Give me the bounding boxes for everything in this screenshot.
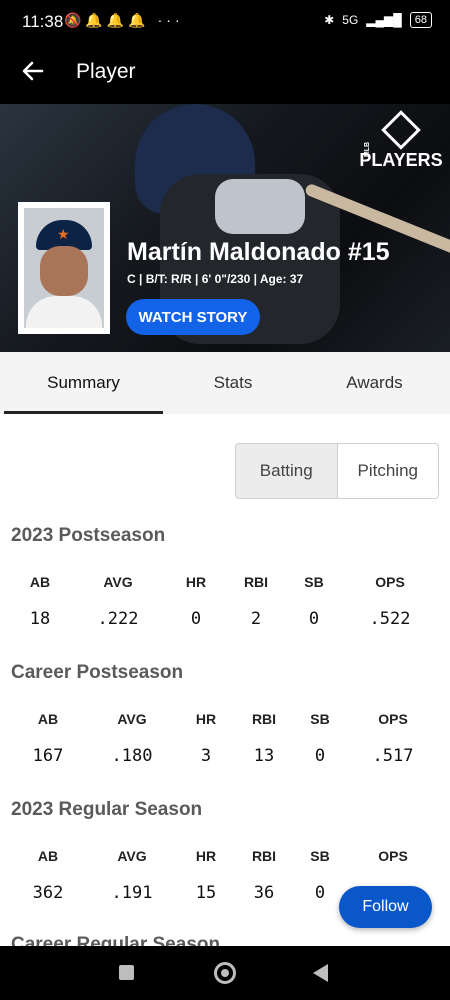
stat-header: OPS (378, 711, 408, 727)
stat-header: RBI (251, 848, 277, 864)
stat-value: .222 (97, 609, 139, 629)
stat-header: AVG (117, 848, 147, 864)
section-title: 2023 Postseason (11, 525, 166, 546)
stat-header: SB (310, 711, 330, 727)
stat-value: .180 (111, 746, 153, 766)
battery-icon: 68 (409, 12, 432, 28)
back-arrow-icon[interactable] (18, 56, 48, 86)
section-title: Career Postseason (11, 662, 184, 683)
stat-value-row: 18 .222 0 2 0 .522 (0, 609, 450, 629)
mlb-players-logo: MLB PLAYERS (358, 110, 444, 171)
summary-content: Batting Pitching 2023 Postseason AB AVG … (0, 414, 450, 946)
hero-gloves-shape (215, 179, 305, 234)
back-icon[interactable] (313, 964, 328, 982)
stat-value: 0 (314, 883, 326, 903)
logo-diamond-icon (381, 110, 421, 150)
batting-pitching-toggle: Batting Pitching (235, 443, 439, 499)
status-time: 11:38 (22, 12, 64, 31)
stat-value: 3 (200, 746, 212, 766)
notification-icons: 🔕🔔🔔🔔 ··· (64, 12, 184, 28)
section-title: Career Regular Season (11, 934, 221, 946)
stat-value: 362 (32, 883, 64, 903)
stat-header: SB (304, 574, 324, 590)
home-icon[interactable] (214, 962, 236, 984)
astros-star-icon: ★ (57, 226, 70, 242)
player-info: C | B/T: R/R | 6' 0"/230 | Age: 37 (127, 272, 304, 286)
stat-header: SB (310, 848, 330, 864)
stat-value: 15 (195, 883, 217, 903)
stat-value: 18 (29, 609, 51, 629)
page-title: Player (76, 60, 136, 83)
signal-icon: ▂▄▆█ (366, 13, 402, 27)
pitching-toggle-button[interactable]: Pitching (336, 444, 439, 498)
stat-value: 167 (32, 746, 64, 766)
stat-value-row: 167 .180 3 13 0 .517 (0, 746, 450, 766)
tab-awards[interactable]: Awards (303, 352, 446, 414)
follow-button[interactable]: Follow (339, 886, 432, 928)
batting-toggle-button[interactable]: Batting (236, 444, 337, 498)
stat-value: .522 (369, 609, 411, 629)
stat-value: 0 (314, 746, 326, 766)
jersey-shape (26, 296, 102, 328)
status-right: ✱ 5G ▂▄▆█ 68 (324, 12, 432, 28)
tab-stats[interactable]: Stats (163, 352, 303, 414)
stat-value: 2 (250, 609, 262, 629)
network-label: 5G (342, 13, 359, 27)
player-tabs: Summary Stats Awards (0, 352, 450, 414)
stat-header: HR (195, 711, 217, 727)
stat-value: .517 (372, 746, 414, 766)
stat-header: AVG (117, 711, 147, 727)
stat-header: HR (195, 848, 217, 864)
stat-header: OPS (375, 574, 405, 590)
stat-value: .191 (111, 883, 153, 903)
stat-value: 36 (253, 883, 275, 903)
player-hero: MLB PLAYERS ★ Martín Maldonado #15 C | B… (0, 104, 450, 352)
tab-summary[interactable]: Summary (4, 352, 163, 414)
watch-story-button[interactable]: WATCH STORY (126, 299, 260, 335)
stat-value: 0 (190, 609, 202, 629)
stat-header-row: AB AVG HR RBI SB OPS (0, 848, 450, 868)
tab-summary-label: Summary (47, 373, 120, 392)
stat-header: AB (37, 848, 59, 864)
stat-value: 0 (308, 609, 320, 629)
section-title: 2023 Regular Season (11, 799, 203, 820)
status-bar: 11:38 🔕🔔🔔🔔 ··· ✱ 5G ▂▄▆█ 68 (0, 0, 450, 44)
player-headshot: ★ (18, 202, 110, 334)
bluetooth-icon: ✱ (324, 13, 335, 27)
app-bar: Player (0, 44, 450, 104)
player-name: Martín Maldonado #15 (127, 238, 390, 266)
stat-header: AVG (103, 574, 133, 590)
stat-header: RBI (251, 711, 277, 727)
logo-mlb-text: MLB (364, 141, 372, 158)
stat-value: 13 (253, 746, 275, 766)
stat-header: AB (37, 711, 59, 727)
stat-header-row: AB AVG HR RBI SB OPS (0, 711, 450, 731)
tab-awards-label: Awards (346, 373, 403, 392)
stat-header: HR (185, 574, 207, 590)
tab-stats-label: Stats (213, 373, 253, 392)
stat-header-row: AB AVG HR RBI SB OPS (0, 574, 450, 594)
face-shape (40, 246, 88, 296)
recents-icon[interactable] (119, 965, 134, 980)
stat-header: AB (29, 574, 51, 590)
stat-header: OPS (378, 848, 408, 864)
stat-header: RBI (243, 574, 269, 590)
logo-brand-text: PLAYERS (359, 150, 443, 170)
system-nav-bar (0, 946, 450, 1000)
